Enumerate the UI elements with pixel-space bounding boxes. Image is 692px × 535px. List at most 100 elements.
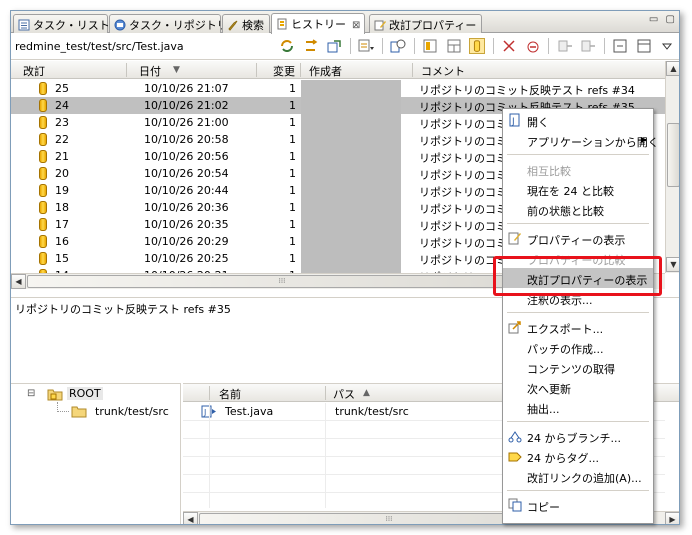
revision-changes: 1	[289, 82, 296, 95]
svg-text:J: J	[511, 117, 515, 127]
revision-date: 10/10/26 20:56	[144, 150, 229, 163]
get-next-icon[interactable]	[525, 38, 541, 54]
column-path[interactable]: パス	[333, 386, 355, 402]
tab-history[interactable]: ヒストリー ⊠	[271, 13, 365, 34]
sort-ascending-icon: ▲	[363, 388, 370, 398]
menu-item[interactable]: 次へ更新	[503, 377, 653, 397]
menu-item[interactable]: コピー	[503, 495, 653, 515]
menu-item[interactable]: コンテンツの取得	[503, 357, 653, 377]
scroll-thumb[interactable]: ⁞⁞⁞	[27, 275, 537, 288]
revision-table-header: 改訂 日付 ▼ 変更 作成者 コメント	[11, 61, 665, 79]
revision-number: 19	[55, 184, 69, 197]
menu-item-label: 24 からタグ...	[527, 452, 599, 465]
scroll-left-icon[interactable]: ◀	[11, 274, 26, 289]
forward-icon[interactable]	[580, 38, 596, 54]
menu-item[interactable]: J 開く	[503, 110, 653, 130]
minimize-icon[interactable]: ▭	[649, 14, 658, 25]
menu-item[interactable]: プロパティーの表示	[503, 228, 653, 248]
tab-task-repository[interactable]: タスク・リポジトリー	[109, 14, 239, 33]
filter-dropdown-icon[interactable]	[358, 38, 374, 54]
revision-vertical-scrollbar[interactable]: ▲ ▼	[665, 61, 679, 273]
get-all-icon[interactable]	[501, 38, 517, 54]
menu-item[interactable]: 前の状態と比較	[503, 199, 653, 219]
tab-label: ヒストリー	[291, 18, 346, 31]
tag-icon	[508, 452, 522, 462]
menu-item[interactable]: パッチの作成...	[503, 337, 653, 357]
menu-item[interactable]: 抽出...	[503, 397, 653, 417]
menu-item-label: パッチの作成...	[527, 343, 604, 356]
menu-item[interactable]: 改訂リンクの追加(A)...	[503, 466, 653, 486]
revision-comment: リポジトリのコミット反映テスト refs #34	[419, 84, 635, 97]
scroll-right-icon[interactable]: ▶	[665, 512, 679, 524]
menu-item-label: コンテンツの取得	[527, 363, 615, 376]
view-menu-icon[interactable]	[659, 38, 675, 54]
column-changes[interactable]: 変更	[273, 63, 295, 79]
column-divider[interactable]	[325, 386, 326, 400]
tree-child-label[interactable]: trunk/test/src	[95, 405, 169, 418]
pin-icon[interactable]	[636, 38, 652, 54]
scroll-down-icon[interactable]: ▼	[666, 257, 679, 272]
tab-search[interactable]: 検索	[222, 14, 270, 33]
column-divider[interactable]	[209, 386, 210, 400]
svg-text:J: J	[203, 408, 206, 417]
menu-item[interactable]: 24 からタグ...	[503, 446, 653, 466]
tab-label: タスク・リスト	[33, 19, 110, 32]
menu-item-label: 24 からブランチ...	[527, 432, 621, 445]
revision-icon	[39, 218, 47, 231]
menu-item[interactable]: アプリケーションから開く ▶	[503, 130, 659, 150]
column-divider[interactable]	[256, 63, 257, 77]
column-date[interactable]: 日付	[139, 63, 161, 79]
toolbar-separator	[413, 38, 415, 54]
revision-view-icon[interactable]	[469, 38, 485, 54]
toolbar-separator	[603, 38, 605, 54]
scroll-up-icon[interactable]: ▲	[666, 61, 679, 76]
tab-label: 検索	[242, 19, 264, 32]
view-window-buttons: ▭ ▢	[649, 14, 675, 25]
menu-item[interactable]: 24 からブランチ...	[503, 426, 653, 446]
maximize-icon[interactable]: ▢	[666, 14, 675, 25]
collapse-icon[interactable]: ⊟	[27, 388, 35, 399]
tab-label: 改訂プロパティー	[389, 19, 477, 32]
refresh-icon[interactable]	[279, 38, 295, 54]
toolbar-separator	[492, 38, 494, 54]
revision-date: 10/10/26 21:07	[144, 82, 229, 95]
copy-icon	[508, 498, 522, 512]
revision-icon	[39, 150, 47, 163]
menu-item[interactable]: 現在を 24 と比較	[503, 179, 653, 199]
revision-icon	[39, 167, 47, 180]
sync-icon[interactable]	[303, 38, 319, 54]
column-divider[interactable]	[300, 63, 301, 77]
scroll-thumb[interactable]	[667, 123, 679, 187]
collapse-all-icon[interactable]	[612, 38, 628, 54]
grid-line	[209, 403, 210, 508]
tab-task-list[interactable]: タスク・リスト	[13, 14, 110, 33]
revision-icon	[39, 235, 47, 248]
show-comment-icon[interactable]	[422, 38, 438, 54]
tab-revision-properties[interactable]: 改訂プロパティー	[369, 14, 482, 33]
toolbar-separator	[548, 38, 549, 54]
menu-item-label: エクスポート...	[527, 323, 604, 336]
column-author[interactable]: 作成者	[309, 63, 342, 79]
revision-icon	[39, 82, 47, 95]
column-name[interactable]: 名前	[219, 386, 241, 402]
tree-root-label[interactable]: ROOT	[67, 387, 103, 400]
column-revision[interactable]: 改訂	[23, 63, 45, 79]
show-affected-paths-icon[interactable]	[446, 38, 462, 54]
menu-item[interactable]: エクスポート...	[503, 317, 653, 337]
column-comment[interactable]: コメント	[421, 63, 465, 79]
link-editor-icon[interactable]	[326, 38, 342, 54]
revision-icon	[39, 133, 47, 146]
back-icon[interactable]	[557, 38, 573, 54]
scroll-left-icon[interactable]: ◀	[183, 512, 198, 524]
compare-icon[interactable]	[390, 38, 406, 54]
column-divider[interactable]	[126, 63, 127, 77]
history-toolbar	[275, 38, 675, 56]
menu-item-label: 前の状態と比較	[527, 205, 604, 218]
revision-date: 10/10/26 20:25	[144, 252, 229, 265]
tree-connector	[57, 411, 69, 412]
highlight-annotation	[493, 256, 662, 296]
revision-date: 10/10/26 21:02	[144, 99, 229, 112]
revision-number: 16	[55, 235, 69, 248]
column-divider[interactable]	[412, 63, 413, 77]
close-tab-icon[interactable]: ⊠	[352, 20, 360, 31]
